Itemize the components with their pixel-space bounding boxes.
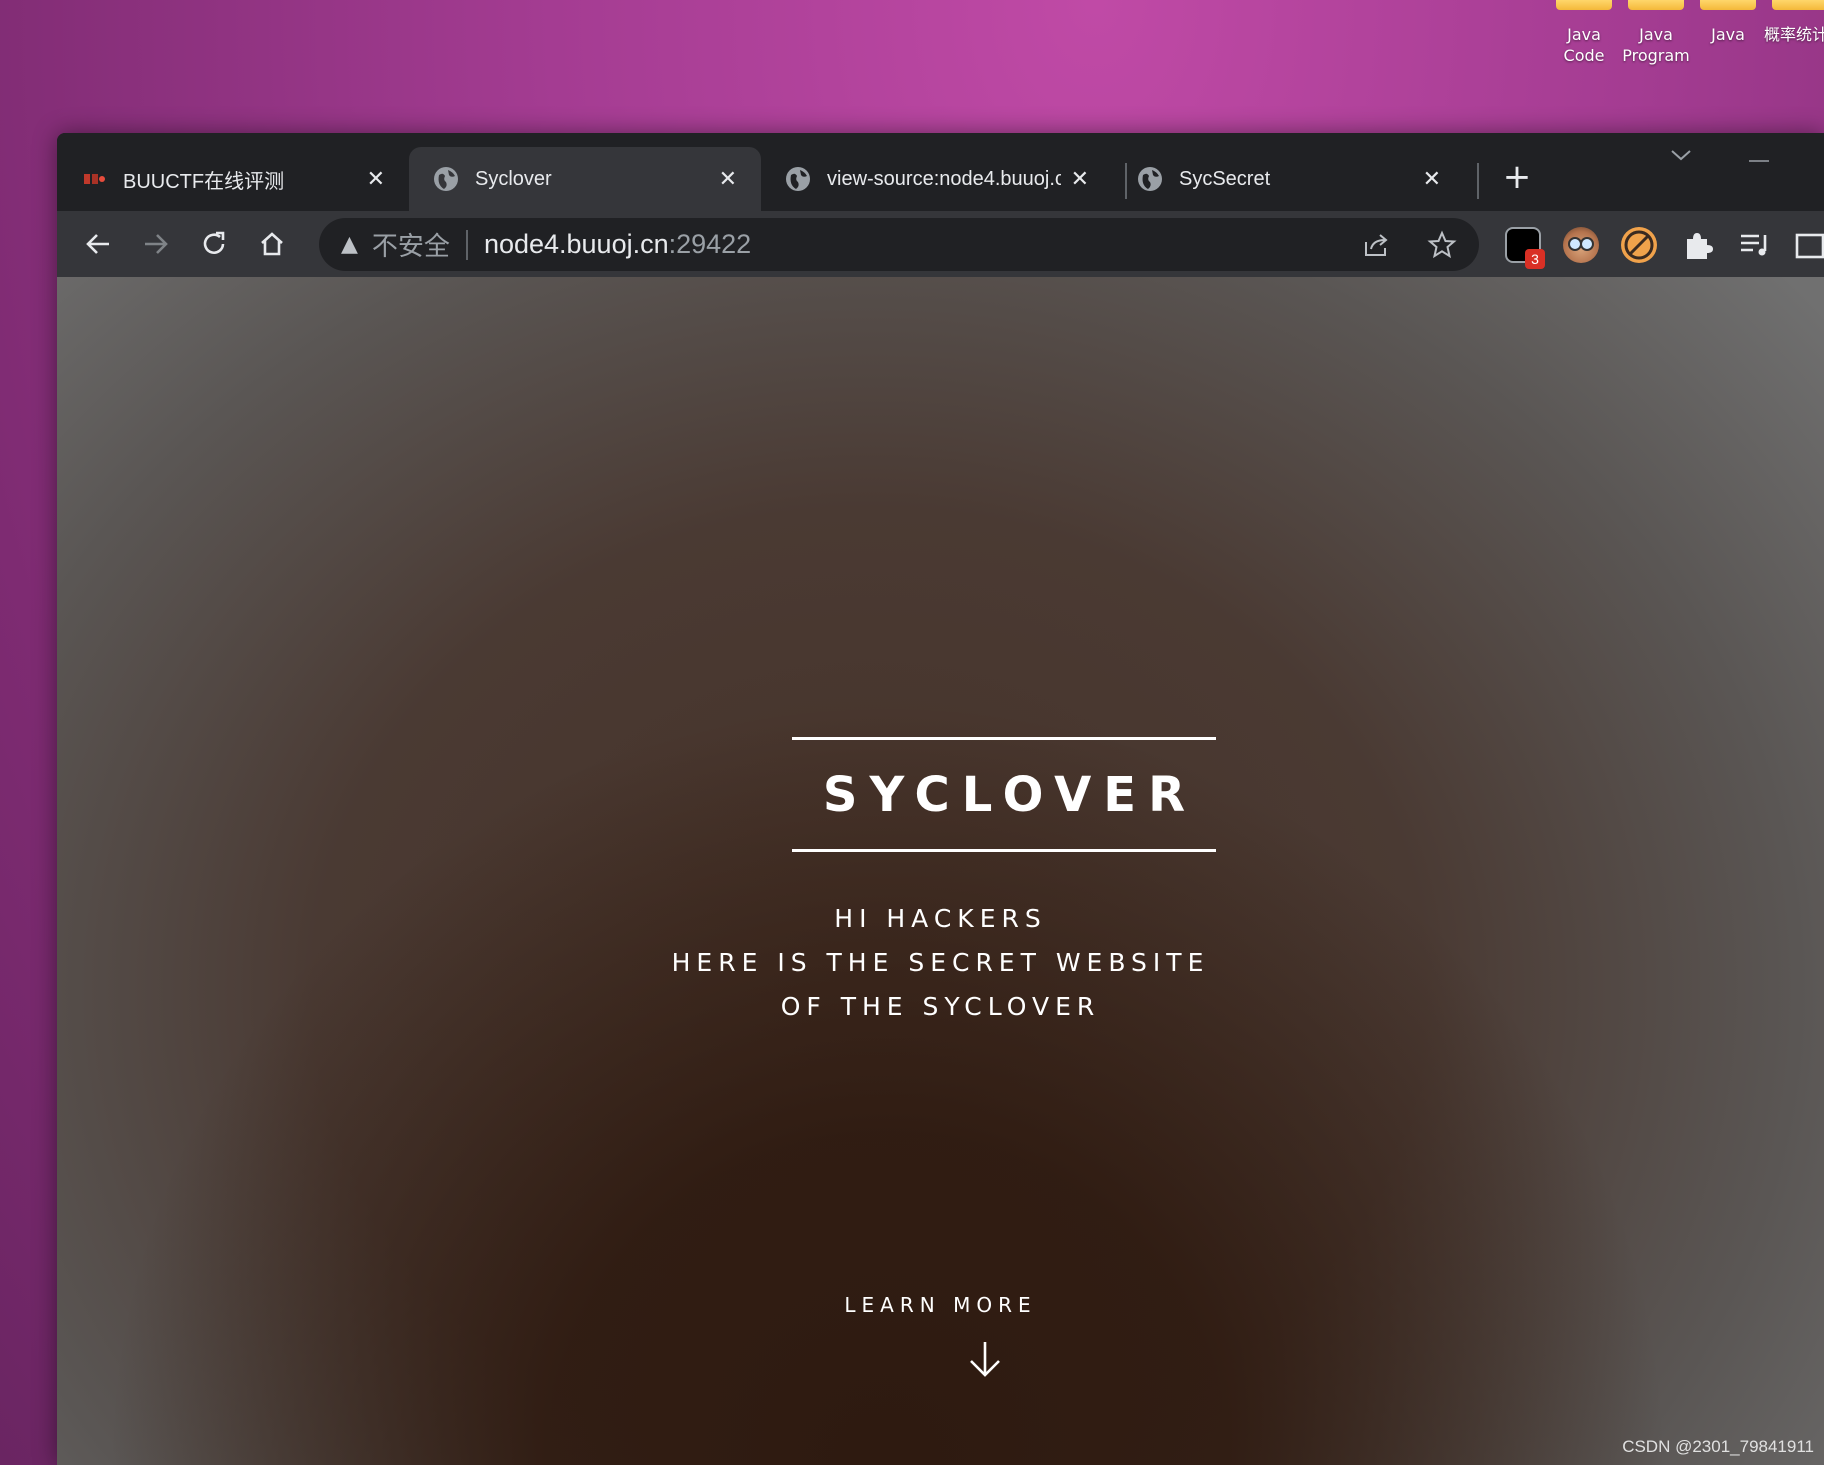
buuctf-favicon [84, 174, 105, 184]
arrow-down-icon[interactable] [965, 1339, 1005, 1379]
warning-icon[interactable]: ▲ [341, 232, 358, 257]
extension-blocked-icon[interactable] [1621, 227, 1657, 263]
browser-toolbar: ▲ 不安全 node4.buuoj.cn:29422 3 [57, 211, 1824, 277]
new-tab-button[interactable]: + [1493, 153, 1541, 201]
reload-icon [203, 231, 225, 254]
extensions-puzzle-icon[interactable] [1679, 227, 1715, 263]
desktop-icon-probability[interactable]: 概率统计 [1764, 0, 1824, 45]
tab-separator [1477, 163, 1479, 199]
tab-strip: BUUCTF在线评测 ✕ Syclover ✕ view-source:node… [57, 133, 1824, 211]
desktop-icon-label: Java Program [1622, 25, 1690, 65]
bookmark-star-icon[interactable] [1427, 230, 1457, 260]
close-icon[interactable]: ✕ [367, 167, 385, 192]
desktop-icon-label: Java Code [1563, 25, 1605, 65]
tab-title: BUUCTF在线评测 [123, 170, 285, 193]
desktop-icon-java-code[interactable]: Java Code [1548, 0, 1620, 66]
extension-badge: 3 [1525, 249, 1545, 269]
tab-buuctf[interactable]: BUUCTF在线评测 ✕ [57, 147, 409, 211]
tab-title: view-source:node4.buuoj.cn:29422 [827, 167, 1061, 190]
intro-text: HI HACKERS HERE IS THE SECRET WEBSITE OF… [57, 897, 1824, 1029]
reload-button[interactable] [191, 221, 237, 267]
tab-sycsecret[interactable]: SycSecret ✕ [1113, 147, 1465, 211]
page-viewport: SYCLOVER HI HACKERS HERE IS THE SECRET W… [57, 277, 1824, 1465]
globe-icon [1138, 167, 1162, 191]
address-actions [1361, 230, 1457, 260]
learn-more-link[interactable]: LEARN MORE [57, 1293, 1824, 1317]
tab-title: SycSecret [1179, 167, 1271, 190]
back-arrow-icon [86, 234, 109, 254]
home-icon [261, 232, 283, 256]
folder-icon [1700, 0, 1756, 10]
tab-syclover[interactable]: Syclover ✕ [409, 147, 761, 211]
globe-icon [786, 167, 810, 191]
url-port[interactable]: :29422 [669, 229, 752, 260]
security-label[interactable]: 不安全 [372, 226, 450, 263]
browser-window: BUUCTF在线评测 ✕ Syclover ✕ view-source:node… [57, 133, 1824, 1465]
desktop-icon-java[interactable]: Java [1692, 0, 1764, 45]
close-icon[interactable]: ✕ [719, 167, 737, 192]
intro-line: OF THE SYCLOVER [780, 992, 1101, 1021]
close-icon[interactable]: ✕ [1423, 167, 1441, 192]
csdn-watermark: CSDN @2301_79841911 [1622, 1437, 1814, 1456]
desktop-icon-label: 概率统计 [1764, 25, 1824, 44]
extension-glasses-icon[interactable] [1563, 227, 1599, 263]
minimize-icon[interactable] [1747, 147, 1771, 172]
forward-button[interactable] [133, 221, 179, 267]
intro-line: HI HACKERS [834, 904, 1047, 933]
folder-icon [1772, 0, 1824, 10]
globe-icon [434, 167, 458, 191]
back-button[interactable] [75, 221, 121, 267]
side-panel-icon[interactable] [1791, 227, 1824, 263]
address-divider [465, 229, 468, 260]
tab-view-source[interactable]: view-source:node4.buuoj.cn:29422 ✕ [761, 147, 1113, 211]
desktop-icon-java-program[interactable]: Java Program [1620, 0, 1692, 66]
folder-icon [1628, 0, 1684, 10]
intro-line: HERE IS THE SECRET WEBSITE [671, 948, 1210, 977]
site-header: SYCLOVER [792, 737, 1216, 852]
url-host[interactable]: node4.buuoj.cn [484, 229, 669, 260]
tab-search-chevron-icon[interactable] [1669, 143, 1693, 173]
folder-icon [1556, 0, 1612, 10]
home-button[interactable] [249, 221, 295, 267]
media-control-icon[interactable] [1737, 227, 1773, 263]
close-icon[interactable]: ✕ [1071, 167, 1089, 192]
tab-title: Syclover [475, 167, 552, 190]
address-bar[interactable]: ▲ 不安全 node4.buuoj.cn:29422 [319, 218, 1479, 271]
extension-icon[interactable]: 3 [1505, 227, 1545, 269]
desktop-icon-label: Java [1711, 25, 1745, 44]
forward-arrow-icon [145, 234, 168, 254]
share-icon[interactable] [1361, 230, 1391, 260]
site-title: SYCLOVER [822, 766, 1198, 823]
